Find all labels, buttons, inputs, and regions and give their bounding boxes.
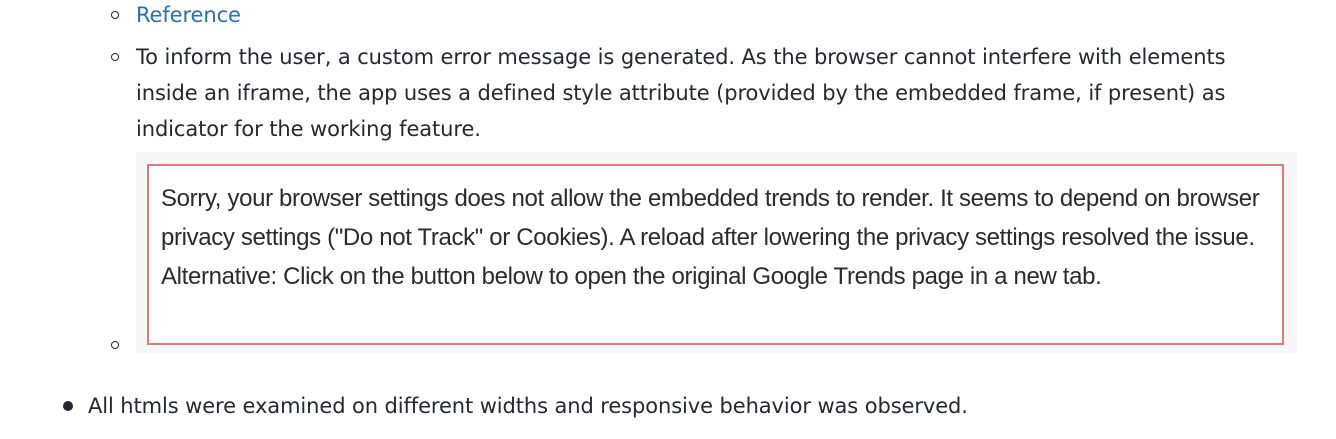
main-list-item: All htmls were examined on different wid…: [88, 394, 968, 418]
error-notice-text: Sorry, your browser settings does not al…: [161, 185, 1260, 290]
document-page: Reference To inform the user, a custom e…: [0, 0, 1336, 439]
reference-item: Reference: [136, 0, 241, 33]
hollow-bullet-2: [111, 53, 119, 61]
error-notice: Sorry, your browser settings does not al…: [147, 164, 1284, 345]
reference-link[interactable]: Reference: [136, 3, 241, 27]
hollow-bullet-3: [111, 341, 119, 349]
hollow-bullet-1: [111, 11, 119, 19]
disc-bullet: [63, 401, 73, 411]
explanation-paragraph: To inform the user, a custom error messa…: [136, 45, 1226, 141]
